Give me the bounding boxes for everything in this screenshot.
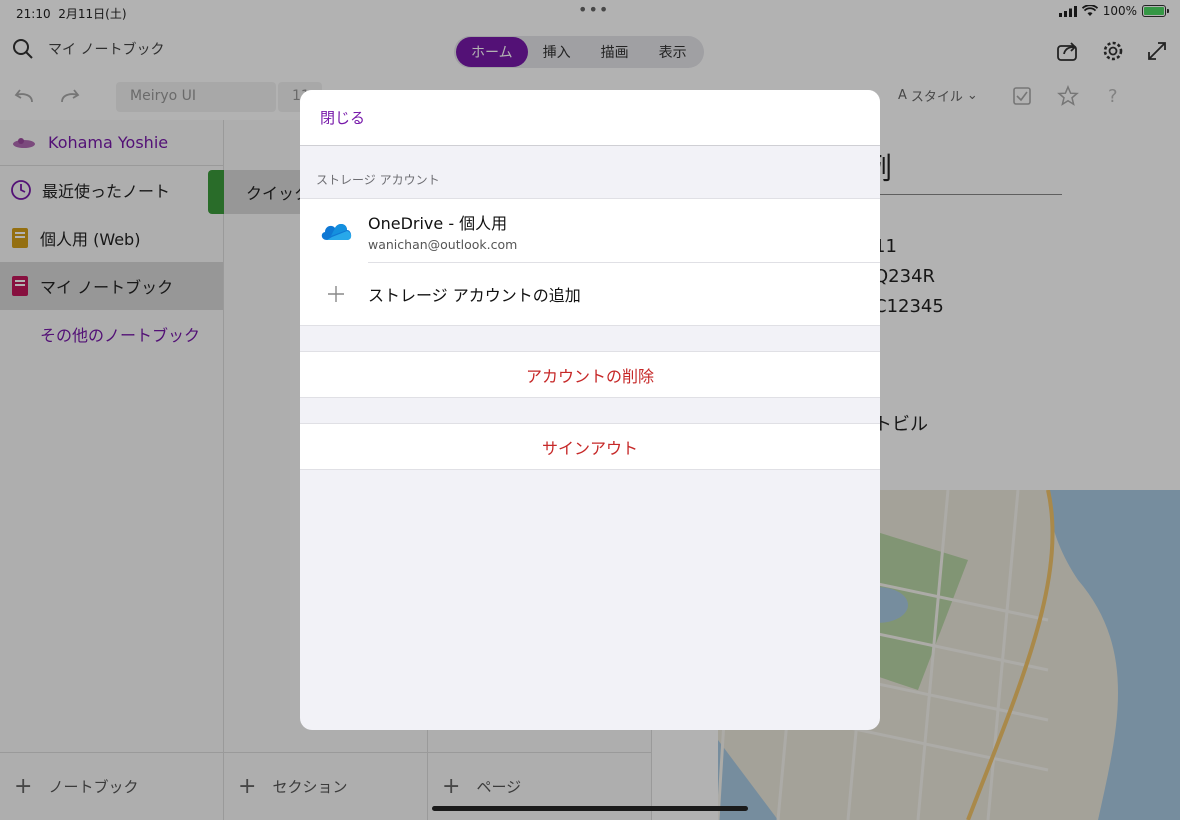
add-storage-account-row[interactable]: ストレージ アカウントの追加: [300, 262, 880, 325]
add-storage-account-label: ストレージ アカウントの追加: [368, 285, 581, 305]
account-settings-modal: 閉じる ストレージ アカウント OneDrive - 個人用 wanichan@…: [300, 90, 880, 730]
storage-accounts-header: ストレージ アカウント: [316, 173, 440, 187]
plus-icon: [318, 276, 354, 312]
onedrive-account-row[interactable]: OneDrive - 個人用 wanichan@outlook.com: [300, 199, 880, 262]
onedrive-icon: [318, 213, 354, 249]
close-button[interactable]: 閉じる: [320, 107, 365, 128]
storage-accounts-list: OneDrive - 個人用 wanichan@outlook.com ストレー…: [300, 198, 880, 326]
account-title: OneDrive - 個人用: [368, 213, 508, 233]
home-indicator[interactable]: [432, 806, 748, 811]
delete-account-button[interactable]: アカウントの削除: [300, 351, 880, 398]
account-info: OneDrive - 個人用 wanichan@outlook.com: [368, 210, 517, 252]
modal-header: 閉じる: [300, 90, 880, 146]
sign-out-button[interactable]: サインアウト: [300, 423, 880, 470]
account-email: wanichan@outlook.com: [368, 236, 518, 252]
